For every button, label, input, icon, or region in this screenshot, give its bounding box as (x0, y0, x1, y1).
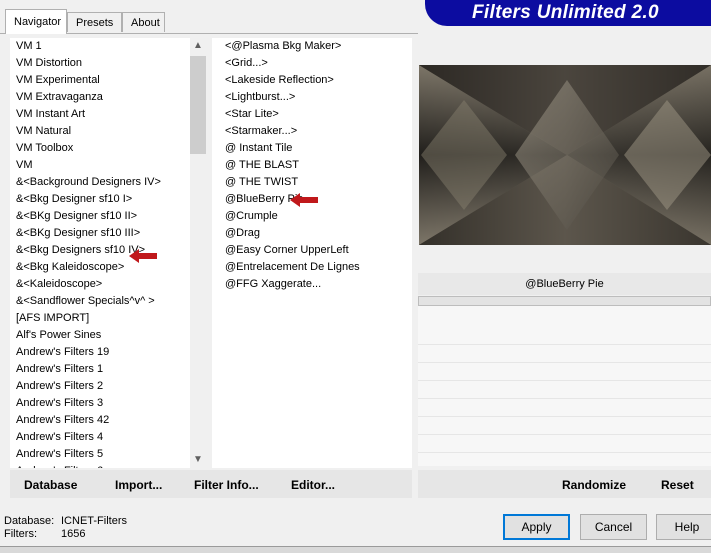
filter-item[interactable]: <Lightburst...> (225, 89, 410, 106)
category-item[interactable]: VM Instant Art (16, 106, 188, 123)
filter-list[interactable]: <@Plasma Bkg Maker> <Grid...> <Lakeside Re… (212, 38, 412, 468)
filter-item[interactable]: <@Plasma Bkg Maker> (225, 38, 410, 55)
category-item[interactable]: VM Natural (16, 123, 188, 140)
parameter-slider[interactable] (418, 296, 711, 306)
randomize-button[interactable]: Randomize (562, 478, 626, 492)
category-item[interactable]: Andrew's Filters 4 (16, 429, 188, 446)
category-item[interactable]: Alf's Power Sines (16, 327, 188, 344)
tab-about[interactable]: About (122, 12, 165, 32)
filter-item[interactable]: @Entrelacement De Lignes (225, 259, 410, 276)
category-item[interactable]: &<Bkg Designers sf10 IV> (16, 242, 188, 259)
filter-item[interactable]: @ Instant Tile (225, 140, 410, 157)
filter-item[interactable]: <Lakeside Reflection> (225, 72, 410, 89)
category-item[interactable]: &<BKg Designer sf10 II> (16, 208, 188, 225)
category-item[interactable]: VM Toolbox (16, 140, 188, 157)
category-item[interactable]: Andrew's Filters 6 (16, 463, 188, 468)
database-value: ICNET-Filters (61, 515, 127, 527)
selected-filter-name: @BlueBerry Pie (418, 273, 711, 295)
category-item[interactable]: &<Kaleidoscope> (16, 276, 188, 293)
filter-item[interactable]: @Drag (225, 225, 410, 242)
parameter-area (418, 306, 711, 466)
cancel-button[interactable]: Cancel (580, 514, 647, 540)
category-item[interactable]: VM Experimental (16, 72, 188, 89)
category-item[interactable]: Andrew's Filters 42 (16, 412, 188, 429)
help-button[interactable]: Help (656, 514, 711, 540)
category-item[interactable]: &<Bkg Designer sf10 I> (16, 191, 188, 208)
category-item[interactable]: Andrew's Filters 19 (16, 344, 188, 361)
category-item[interactable]: VM 1 (16, 38, 188, 55)
category-item[interactable]: Andrew's Filters 5 (16, 446, 188, 463)
category-scroll-thumb[interactable] (190, 56, 206, 154)
filter-item[interactable]: @ THE BLAST (225, 157, 410, 174)
scroll-up-icon[interactable]: ▲ (190, 40, 206, 51)
category-item[interactable]: Andrew's Filters 3 (16, 395, 188, 412)
reset-button[interactable]: Reset (661, 478, 694, 492)
filter-item[interactable]: <Star Lite> (225, 106, 410, 123)
database-label: Database: (4, 515, 55, 527)
category-item[interactable]: &<Background Designers IV> (16, 174, 188, 191)
database-button[interactable]: Database (24, 478, 77, 492)
tab-presets[interactable]: Presets (67, 12, 122, 32)
filters-label: Filters: (4, 528, 37, 540)
tab-navigator[interactable]: Navigator (5, 9, 67, 34)
filter-item[interactable]: <Starmaker...> (225, 123, 410, 140)
category-scrollbar[interactable]: ▲ ▼ (190, 38, 206, 468)
category-item[interactable]: VM (16, 157, 188, 174)
category-item[interactable]: VM Distortion (16, 55, 188, 72)
category-list[interactable]: VM 1 VM Distortion VM Experimental VM Extra… (10, 38, 206, 468)
filter-item[interactable]: @Easy Corner UpperLeft (225, 242, 410, 259)
filter-info-button[interactable]: Filter Info... (194, 478, 259, 492)
category-item[interactable]: &<BKg Designer sf10 III> (16, 225, 188, 242)
category-item[interactable]: [AFS IMPORT] (16, 310, 188, 327)
filters-count: 1656 (61, 528, 86, 540)
category-item[interactable]: Andrew's Filters 2 (16, 378, 188, 395)
scroll-down-icon[interactable]: ▼ (190, 454, 206, 465)
editor-button[interactable]: Editor... (291, 478, 335, 492)
pointer-arrow-icon (129, 249, 157, 263)
category-item[interactable]: VM Extravaganza (16, 89, 188, 106)
pointer-arrow-icon (290, 193, 318, 207)
filter-item[interactable]: @FFG Xaggerate... (225, 276, 410, 293)
filter-item[interactable]: @ THE TWIST (225, 174, 410, 191)
category-item[interactable]: &<Bkg Kaleidoscope> (16, 259, 188, 276)
filter-item[interactable]: @Crumple (225, 208, 410, 225)
apply-button[interactable]: Apply (503, 514, 570, 540)
app-title: Filters Unlimited 2.0 (472, 2, 659, 23)
category-item[interactable]: Andrew's Filters 1 (16, 361, 188, 378)
filter-item[interactable]: <Grid...> (225, 55, 410, 72)
import-button[interactable]: Import... (115, 478, 162, 492)
preview-image (419, 65, 711, 245)
category-item[interactable]: &<Sandflower Specials^v^ > (16, 293, 188, 310)
